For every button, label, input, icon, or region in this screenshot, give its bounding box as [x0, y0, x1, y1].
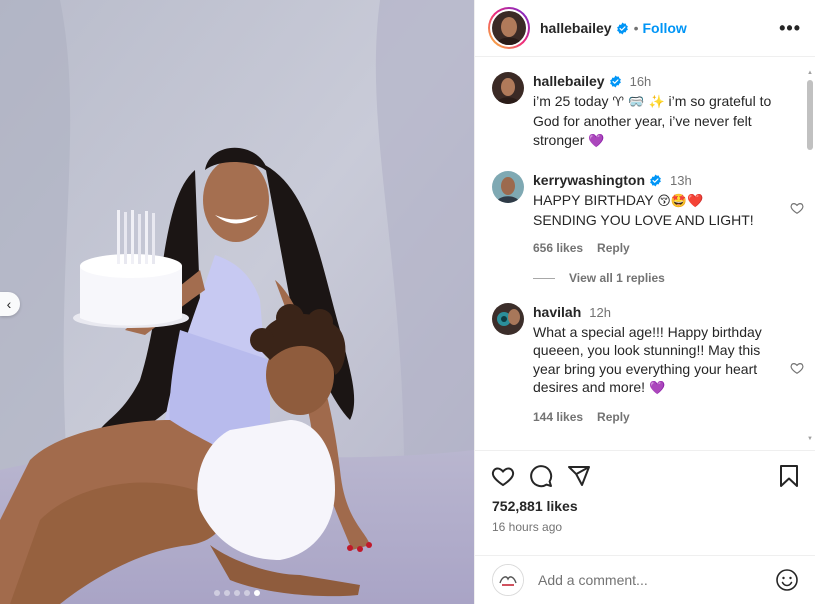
scrollbar-thumb[interactable] [807, 80, 813, 150]
comment-avatar-image [492, 171, 524, 203]
purple-heart-emoji: 💜 [648, 381, 666, 396]
add-comment-bar [475, 555, 815, 604]
likes-count[interactable]: 752,881 likes [475, 498, 815, 514]
current-user-avatar-image [493, 565, 523, 595]
author-avatar[interactable] [488, 7, 530, 49]
comment-item: kerrywashington 13h HAPPY BIRTHDAY 😚🤩❤️ S… [492, 171, 804, 257]
post-header: hallebailey • Follow ••• [475, 0, 815, 57]
like-heart-icon[interactable] [491, 464, 515, 488]
comments-scrollbar[interactable]: ▲ ▼ [807, 70, 813, 442]
author-username[interactable]: hallebailey [540, 20, 612, 36]
comment-body: kerrywashington 13h HAPPY BIRTHDAY 😚🤩❤️ S… [533, 171, 765, 257]
carousel-dot [214, 590, 220, 596]
scroll-up-arrow-icon[interactable]: ▲ [807, 70, 813, 76]
comment-text: What a special age!!! Happy birthday que… [533, 323, 763, 399]
current-user-avatar[interactable] [492, 564, 524, 596]
comment-avatar[interactable] [492, 171, 524, 203]
purple-heart-emoji: 💜 [588, 133, 605, 149]
comment-avatar[interactable] [492, 303, 524, 335]
carousel-dots [0, 590, 474, 596]
carousel-dot [224, 590, 230, 596]
caption-text: i’m 25 today ♈ 🥽 ✨ i’m so grateful to Go… [533, 92, 791, 152]
photo-image [0, 0, 474, 604]
reply-button[interactable]: Reply [597, 410, 630, 424]
view-replies-label: View all 1 replies [569, 271, 665, 285]
share-paper-plane-icon[interactable] [567, 464, 591, 488]
comment-meta: 144 likes Reply [533, 408, 763, 427]
comment-time: 13h [670, 173, 692, 188]
caption-avatar[interactable] [492, 72, 524, 104]
post-actions-area: 752,881 likes 16 hours ago [475, 450, 815, 548]
add-comment-input[interactable] [538, 572, 775, 588]
scroll-down-arrow-icon[interactable]: ▼ [807, 436, 813, 442]
author-avatar-image [492, 11, 526, 45]
caption-emoji: ♈ 🥽 ✨ [612, 94, 665, 110]
caption-time: 16h [629, 74, 652, 89]
reply-button[interactable]: Reply [597, 241, 630, 255]
carousel-dot-active [254, 590, 260, 596]
post-sidebar: hallebailey • Follow ••• hallebailey 16h… [474, 0, 815, 604]
view-replies-button[interactable]: View all 1 replies [533, 271, 665, 285]
post-photo[interactable]: ‹ [0, 0, 474, 604]
comment-likes[interactable]: 144 likes [533, 410, 583, 424]
caption-avatar-image [492, 72, 524, 104]
follow-button[interactable]: Follow [643, 20, 687, 36]
like-comment-heart-icon[interactable] [790, 201, 804, 215]
caption-body: hallebailey 16h i’m 25 today ♈ 🥽 ✨ i’m so… [533, 72, 791, 151]
action-bar [475, 451, 815, 488]
chevron-left-icon: ‹ [6, 296, 12, 312]
carousel-dot [244, 590, 250, 596]
comment-text-part: What a special age!!! Happy birthday que… [533, 323, 762, 396]
post-time-ago[interactable]: 16 hours ago [475, 520, 815, 534]
comment-body: havilah 12h What a special age!!! Happy b… [533, 303, 763, 426]
emoji-smiley-icon[interactable] [775, 568, 799, 592]
comment-text-part: HAPPY BIRTHDAY [533, 191, 658, 208]
comment-avatar-image [492, 303, 524, 335]
carousel-dot [234, 590, 240, 596]
comment-item: havilah 12h What a special age!!! Happy b… [492, 303, 804, 426]
like-comment-heart-icon[interactable] [790, 361, 804, 375]
comment-text: HAPPY BIRTHDAY 😚🤩❤️ SENDING YOU LOVE AND… [533, 191, 765, 230]
more-options-icon[interactable]: ••• [779, 18, 801, 39]
comment-username[interactable]: havilah [533, 304, 581, 320]
comment-meta: 656 likes Reply [533, 239, 765, 258]
header-name-row: hallebailey • Follow [540, 20, 687, 36]
comment-username[interactable]: kerrywashington [533, 172, 645, 188]
replies-divider-line [533, 277, 555, 279]
comment-likes[interactable]: 656 likes [533, 241, 583, 255]
caption-text-part: i’m 25 today [533, 92, 613, 109]
comment-text-part: SENDING YOU LOVE AND LIGHT! [533, 212, 754, 228]
verified-badge-icon [650, 174, 661, 187]
save-bookmark-icon[interactable] [778, 464, 800, 488]
comment-bubble-icon[interactable] [529, 464, 553, 488]
verified-badge-icon [616, 22, 628, 34]
separator-dot: • [633, 20, 639, 36]
comments-list: hallebailey 16h i’m 25 today ♈ 🥽 ✨ i’m so… [475, 57, 815, 450]
verified-badge-icon [609, 75, 621, 88]
comment-time: 12h [589, 305, 611, 320]
caption-item: hallebailey 16h i’m 25 today ♈ 🥽 ✨ i’m so… [492, 72, 792, 151]
caption-username[interactable]: hallebailey [533, 73, 605, 89]
comment-emoji: 😚🤩❤️ [657, 193, 704, 209]
